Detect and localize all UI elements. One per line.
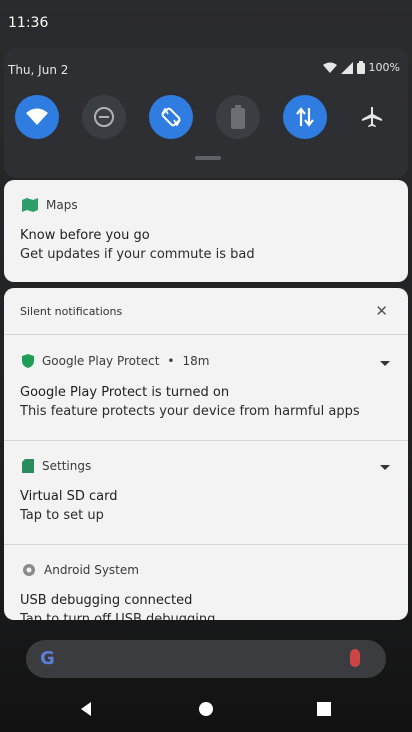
play-protect-dot: • <box>167 354 175 368</box>
quick-settings-panel: Thu, Jun 2 100% <box>4 48 408 178</box>
android-system-app-line: Android System <box>22 563 139 577</box>
back-button[interactable] <box>74 696 100 722</box>
wifi-icon <box>26 108 48 125</box>
maps-app-line: Maps <box>22 198 78 212</box>
tile-mobile-data[interactable] <box>283 95 327 139</box>
airplane-icon <box>362 107 382 127</box>
chevron-down-icon[interactable] <box>380 462 390 472</box>
battery-saver-icon <box>231 105 245 129</box>
tile-wifi[interactable] <box>15 95 59 139</box>
play-protect-app-name: Google Play Protect <box>42 354 160 368</box>
panel-drag-handle[interactable] <box>195 156 221 160</box>
maps-title: Know before you go <box>20 228 150 243</box>
android-icon <box>23 564 35 576</box>
play-protect-time: 18m <box>182 354 210 368</box>
mobile-data-icon <box>296 107 314 127</box>
settings-app-line: Settings <box>22 459 91 473</box>
quick-tiles <box>4 95 408 139</box>
tile-battery-saver[interactable] <box>216 95 260 139</box>
android-system-text: Tap to turn off USB debugging <box>20 612 216 620</box>
play-protect-app-line: Google Play Protect • 18m <box>22 354 209 368</box>
do-not-disturb-icon <box>94 107 114 127</box>
silent-notifications-group: Silent notifications ✕ Google Play Prote… <box>4 288 408 620</box>
maps-app-name: Maps <box>46 198 78 212</box>
play-protect-notification[interactable]: Google Play Protect • 18m Google Play Pr… <box>4 334 408 440</box>
chevron-down-icon[interactable] <box>380 358 390 368</box>
sd-card-icon <box>22 459 34 473</box>
home-search-bar[interactable]: G <box>26 640 386 678</box>
silent-header: Silent notifications <box>20 305 123 318</box>
recents-button[interactable] <box>311 696 337 722</box>
battery-percent: 100% <box>368 61 400 74</box>
play-protect-text: This feature protects your device from h… <box>20 404 360 419</box>
home-icon <box>199 702 213 716</box>
clear-silent-button[interactable]: ✕ <box>375 302 388 320</box>
tile-airplane-mode[interactable] <box>350 95 394 139</box>
android-system-title: USB debugging connected <box>20 593 193 608</box>
auto-rotate-icon <box>161 107 181 127</box>
battery-icon <box>356 61 365 74</box>
status-time: 11:36 <box>8 15 49 31</box>
home-button[interactable] <box>193 696 219 722</box>
status-icons: 100% <box>322 61 400 74</box>
tile-do-not-disturb[interactable] <box>82 95 126 139</box>
tile-auto-rotate[interactable] <box>149 95 193 139</box>
settings-title: Virtual SD card <box>20 489 118 504</box>
play-protect-title: Google Play Protect is turned on <box>20 385 230 400</box>
wifi-signal-icon <box>322 62 337 73</box>
recents-icon <box>317 702 331 716</box>
maps-notification[interactable]: Maps Know before you go Get updates if y… <box>4 180 408 282</box>
cell-signal-icon <box>340 61 353 74</box>
android-system-app-name: Android System <box>44 563 139 577</box>
back-icon <box>81 702 91 716</box>
google-logo-icon: G <box>40 648 55 669</box>
android-system-notification[interactable]: Android System USB debugging connected T… <box>4 544 408 620</box>
maps-text: Get updates if your commute is bad <box>20 247 255 262</box>
shield-icon <box>22 354 34 368</box>
settings-notification[interactable]: Settings Virtual SD card Tap to set up <box>4 440 408 544</box>
settings-app-name: Settings <box>42 459 92 473</box>
microphone-icon[interactable] <box>350 649 360 667</box>
navigation-bar <box>0 686 412 732</box>
maps-icon <box>22 198 38 212</box>
settings-text: Tap to set up <box>20 508 104 523</box>
date-label: Thu, Jun 2 <box>8 63 69 77</box>
